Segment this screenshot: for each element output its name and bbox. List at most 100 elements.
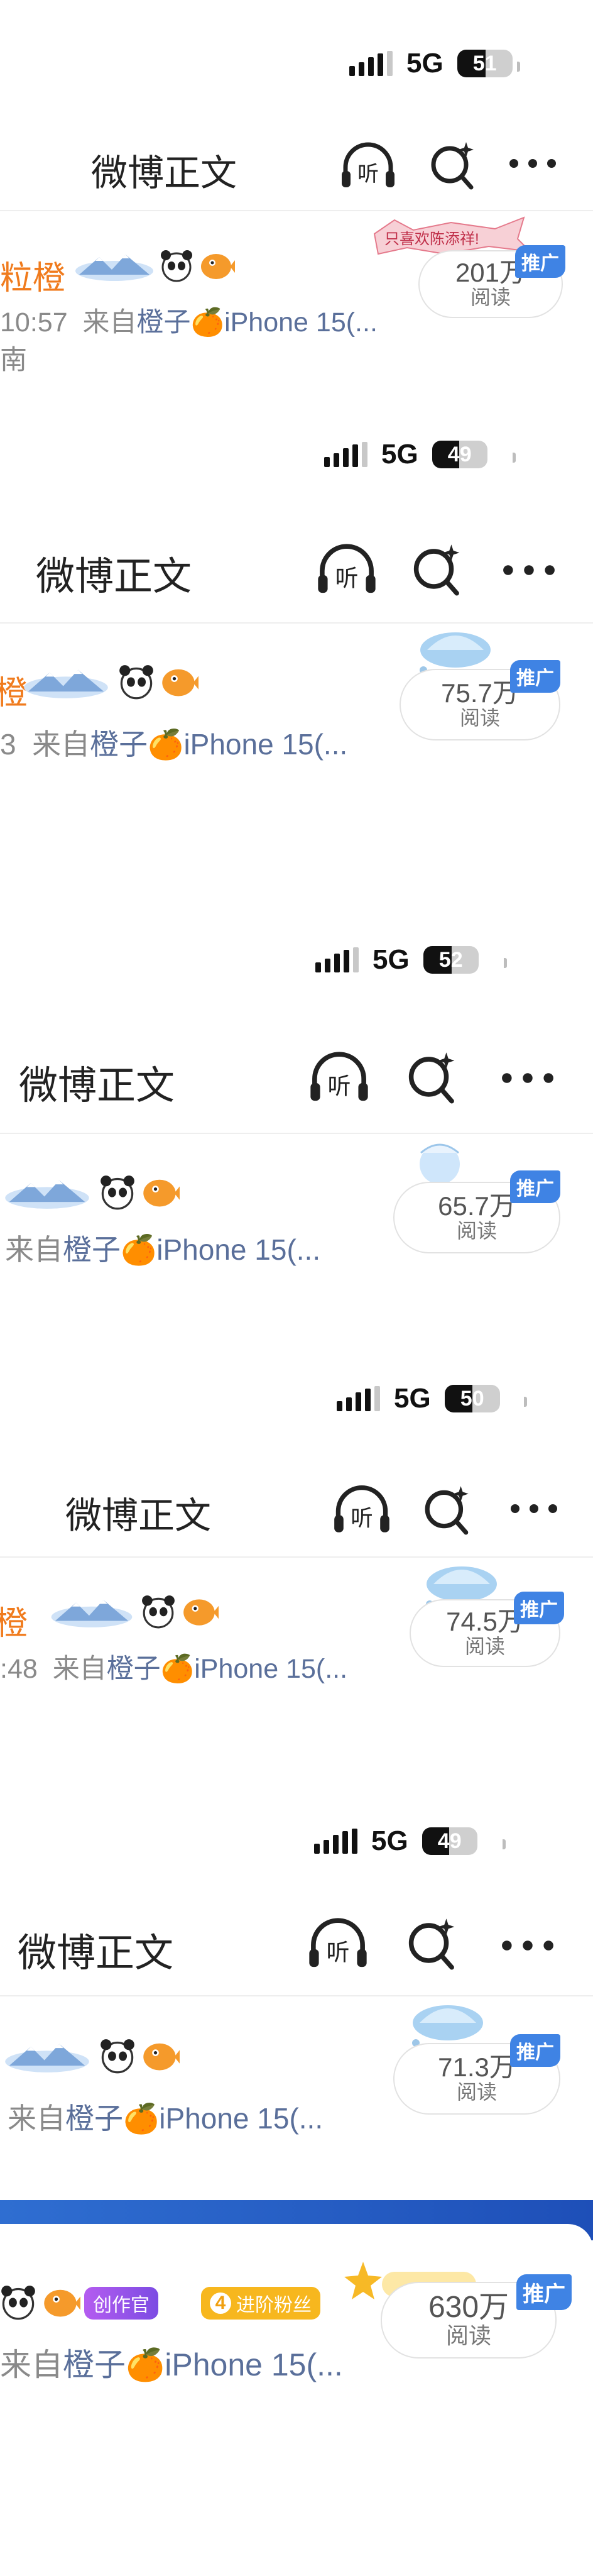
badge-row (0, 2284, 80, 2321)
ad-label: 推广 (515, 245, 565, 278)
snow-mountain-badge (24, 669, 108, 698)
creator-badge[interactable]: 创作官 (84, 2287, 158, 2320)
source-app-link[interactable]: 橙子 (90, 728, 148, 761)
card-background (0, 2224, 593, 2576)
signal-icon (314, 1829, 357, 1854)
source-device-link[interactable]: iPhone 15(... (165, 2347, 343, 2382)
listen-icon[interactable]: 听 (315, 541, 378, 596)
more-icon[interactable] (503, 564, 555, 576)
badge-row (0, 1174, 180, 1211)
svg-text:听: 听 (328, 1072, 351, 1099)
battery-indicator: 51 (457, 50, 513, 77)
post-meta: 3 来自橙子🍊iPhone 15(... (0, 728, 348, 761)
source-device-link[interactable]: iPhone 15(... (194, 1654, 347, 1684)
status-bar: 5G 52 (315, 944, 479, 976)
ai-search-icon[interactable] (411, 542, 465, 596)
creator-badge-label: 创作官 (93, 2295, 150, 2316)
badge-row (48, 1594, 219, 1629)
more-icon[interactable] (501, 1072, 554, 1084)
snow-mountain-badge (5, 2044, 89, 2072)
post-meta: 来自橙子🍊iPhone 15(... (5, 1233, 321, 1266)
signal-icon (315, 947, 359, 972)
panda-icon (119, 665, 153, 700)
post-header-4: 5G 50 微博正文 听 橙 :48 来自橙子🍊iPhone 15(... 74… (0, 1345, 593, 1785)
more-icon[interactable] (510, 1504, 558, 1514)
fan-level-number: 4 (210, 2293, 231, 2314)
status-bar: 5G 50 (337, 1383, 500, 1414)
status-bar: 5G 51 (349, 48, 513, 79)
listen-icon[interactable]: 听 (308, 1049, 371, 1104)
page-title: 微博正文 (65, 1495, 212, 1536)
ai-search-icon[interactable] (406, 1050, 460, 1104)
source-app-link[interactable]: 橙子 (137, 307, 191, 338)
post-header-6: 创作官 4 进阶粉丝 来自橙子🍊iPhone 15(... 630万 阅读 推广 (0, 2200, 593, 2576)
source-device-link[interactable]: iPhone 15(... (159, 2102, 323, 2135)
location-text: 南 (0, 345, 27, 375)
post-header-2: 5G 49 微博正文 听 橙 3 来自橙子🍊iPhone 15(... 75.7… (0, 402, 593, 905)
battery-indicator: 49 (422, 1827, 477, 1855)
page-title: 微博正文 (91, 153, 237, 194)
orange-fish-icon (183, 1599, 219, 1626)
ai-search-icon[interactable] (422, 1483, 474, 1535)
ad-label: 推广 (514, 1592, 564, 1624)
svg-text:听: 听 (327, 1939, 350, 1966)
svg-text:听: 听 (335, 564, 359, 592)
page-title: 微博正文 (36, 555, 192, 598)
source-device-link[interactable]: iPhone 15(... (183, 728, 347, 761)
listen-icon[interactable]: 听 (307, 1915, 369, 1970)
svg-text:听: 听 (351, 1505, 373, 1531)
orange-fish-icon (143, 1179, 180, 1207)
battery-indicator: 49 (432, 441, 487, 468)
page-title: 微博正文 (19, 1064, 175, 1108)
source-device-link[interactable]: iPhone 15(... (156, 1233, 320, 1266)
source-app-link[interactable]: 橙子 (107, 1654, 161, 1684)
page-title: 微博正文 (18, 1932, 174, 1975)
source-device-link[interactable]: iPhone 15(... (224, 307, 378, 338)
orange-fish-icon (143, 2043, 180, 2071)
more-icon[interactable] (501, 1940, 554, 1951)
battery-indicator: 50 (444, 1385, 500, 1412)
post-meta: 10:57 来自橙子🍊iPhone 15(... (0, 307, 378, 338)
user-name[interactable]: 粒橙 (0, 251, 65, 299)
signal-icon (324, 442, 367, 467)
panda-icon (161, 250, 192, 282)
panda-icon (142, 1595, 175, 1629)
post-meta: 来自橙子🍊iPhone 15(... (0, 2347, 343, 2382)
ad-label: 推广 (510, 2034, 560, 2067)
post-meta: 来自橙子🍊iPhone 15(... (8, 2102, 324, 2135)
user-name[interactable]: 橙 (0, 1597, 28, 1644)
more-icon[interactable] (509, 158, 557, 168)
panda-icon (1, 2286, 35, 2320)
battery-indicator: 52 (423, 946, 479, 974)
source-app-link[interactable]: 橙子 (65, 2102, 123, 2135)
snow-mountain-badge (51, 1600, 133, 1627)
orange-fish-icon (44, 2289, 80, 2317)
listen-icon[interactable]: 听 (339, 140, 397, 190)
svg-text:听: 听 (357, 162, 379, 187)
badge-row (0, 2038, 180, 2074)
post-header-1: 5G 51 微博正文 听 粒橙 10:57 来自橙子🍊iPhone 15(...… (0, 0, 593, 402)
ai-search-icon[interactable] (428, 140, 479, 190)
ad-label: 推广 (510, 1170, 560, 1203)
ad-label: 推广 (516, 2274, 572, 2310)
post-header-3: 5G 52 微博正文 听 来自橙子🍊iPhone 15(... 65.7万 阅读 … (0, 905, 593, 1345)
status-bar: 5G 49 (314, 1825, 477, 1857)
listen-icon[interactable]: 听 (332, 1482, 392, 1535)
badge-row (74, 249, 235, 283)
ad-label: 推广 (510, 660, 560, 693)
status-bar: 5G 49 (324, 439, 487, 470)
panda-icon (101, 1175, 134, 1210)
snow-mountain-badge (5, 1180, 89, 1209)
post-meta: :48 来自橙子🍊iPhone 15(... (0, 1654, 348, 1684)
banner-text: 只喜欢陈添祥! (384, 231, 479, 248)
badge-row (19, 664, 199, 700)
panda-icon (101, 2039, 134, 2074)
signal-icon (337, 1386, 380, 1411)
source-app-link[interactable]: 橙子 (63, 2347, 126, 2382)
orange-fish-icon (162, 669, 199, 696)
fan-level-badge[interactable]: 4 进阶粉丝 (201, 2287, 320, 2320)
post-header-5: 5G 49 微博正文 听 来自橙子🍊iPhone 15(... 71.3万 阅读 … (0, 1785, 593, 2200)
source-app-link[interactable]: 橙子 (63, 1233, 121, 1266)
snow-mountain-badge (75, 255, 153, 281)
ai-search-icon[interactable] (406, 1916, 460, 1970)
